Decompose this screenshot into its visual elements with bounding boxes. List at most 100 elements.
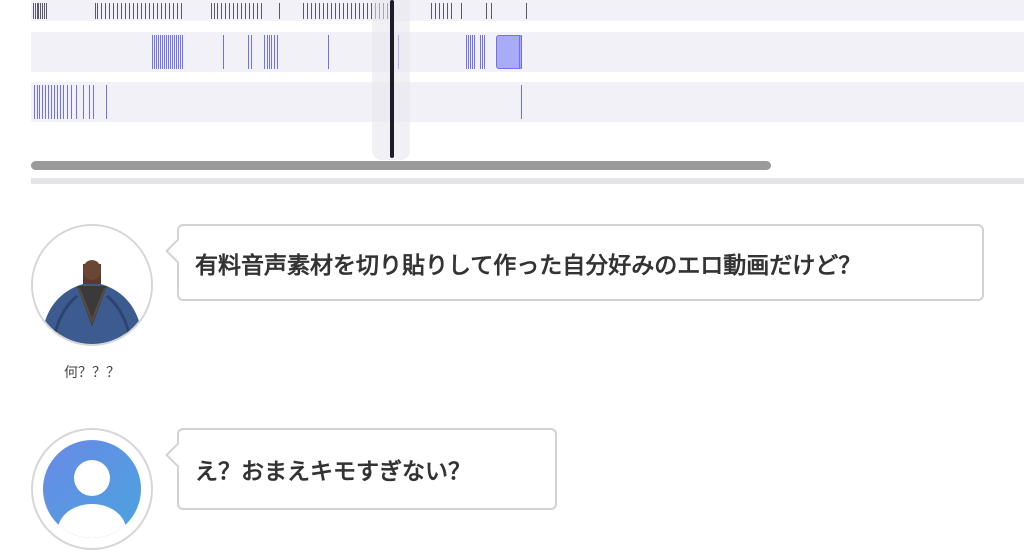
timeline-tick (45, 85, 46, 119)
timeline-tick (331, 3, 332, 19)
timeline-tick (351, 3, 352, 19)
timeline-panel (0, 0, 1024, 190)
message-text: 有料音声素材を切り貼りして作った自分好みのエロ動画だけど？ (195, 252, 862, 279)
message-text: え？おまえキモすぎない？ (195, 459, 471, 485)
timeline-tick (264, 35, 265, 69)
timeline-tick (339, 3, 340, 19)
timeline-tick (141, 3, 142, 19)
timeline-tick (63, 85, 64, 119)
timeline-tick (343, 3, 344, 19)
timeline-tick (431, 3, 432, 19)
speech-bubble-tail (165, 238, 191, 264)
timeline-tick (154, 35, 155, 69)
timeline-track-3[interactable] (31, 82, 1024, 122)
timeline-tick (174, 35, 175, 69)
timeline-tick (277, 35, 278, 69)
timeline-tick (169, 3, 170, 19)
timeline-track-1[interactable] (31, 0, 1024, 21)
avatar-name: 何？？？ (64, 365, 120, 381)
timeline-tick (480, 35, 481, 69)
timeline-tick (38, 3, 39, 19)
timeline-tick (109, 3, 110, 19)
timeline-tick (328, 35, 329, 69)
timeline-horizontal-scrollbar[interactable] (31, 161, 1024, 171)
timeline-tick (113, 3, 114, 19)
timeline-tick (443, 3, 444, 19)
timeline-tick (319, 3, 320, 19)
timeline-tick (157, 3, 158, 19)
timeline-tick (468, 35, 469, 69)
timeline-tick (158, 35, 159, 69)
timeline-tick (117, 3, 118, 19)
timeline-tick (51, 85, 52, 119)
timeline-tick (39, 85, 40, 119)
timeline-tick (178, 35, 179, 69)
timeline-tick (484, 35, 485, 69)
timeline-tick (137, 3, 138, 19)
timeline-tick (33, 3, 34, 19)
timeline-tick (482, 35, 483, 69)
timeline-tick (521, 85, 522, 119)
timeline-tick (67, 85, 68, 119)
timeline-tick (95, 3, 96, 19)
timeline-tick (267, 35, 268, 69)
timeline-tick (121, 3, 122, 19)
timeline-tick (34, 85, 35, 119)
timeline-tick (303, 3, 304, 19)
timeline-tick (323, 3, 324, 19)
timeline-tick (451, 3, 452, 19)
timeline-tick (181, 3, 182, 19)
timeline-tick (241, 3, 242, 19)
timeline-tick (166, 35, 167, 69)
person-photo-icon (33, 226, 151, 344)
timeline-tick (363, 3, 364, 19)
timeline-tick (164, 35, 165, 69)
timeline-tick (129, 3, 130, 19)
timeline-tick (177, 3, 178, 19)
timeline-tick (279, 3, 280, 19)
timeline-tick (461, 3, 462, 19)
avatar (31, 224, 153, 346)
scrollbar-thumb[interactable] (31, 161, 771, 170)
timeline-tick (83, 85, 84, 119)
timeline-tick (172, 35, 173, 69)
timeline-tick (46, 3, 47, 19)
playhead-cursor[interactable] (390, 0, 394, 158)
timeline-tick (37, 85, 38, 119)
timeline-tick (44, 3, 45, 19)
timeline-tick (269, 35, 270, 69)
timeline-tick (101, 3, 102, 19)
timeline-tick (435, 3, 436, 19)
timeline-tick (248, 35, 249, 69)
timeline-tick (474, 35, 475, 69)
timeline-tick (57, 85, 58, 119)
timeline-tick (152, 35, 153, 69)
timeline-tick (526, 3, 527, 19)
timeline-tick (168, 35, 169, 69)
timeline-tick (307, 3, 308, 19)
speech-bubble-tail (165, 442, 191, 468)
timeline-tick (253, 3, 254, 19)
timeline-tick (149, 3, 150, 19)
timeline-tick (470, 35, 471, 69)
timeline-track-2[interactable] (31, 32, 1024, 72)
chat-message: 何？？？ 有料音声素材を切り貼りして作った自分好みのエロ動画だけど？ (0, 224, 1024, 394)
speech-bubble: 有料音声素材を切り貼りして作った自分好みのエロ動画だけど？ (165, 224, 984, 301)
timeline-tick (153, 3, 154, 19)
timeline-tick (447, 3, 448, 19)
timeline-tick (93, 85, 94, 119)
timeline-tick (519, 35, 520, 69)
timeline-tick (162, 35, 163, 69)
timeline-tick (54, 85, 55, 119)
timeline-tick (156, 35, 157, 69)
timeline-tick (105, 3, 106, 19)
timeline-tick (271, 35, 272, 69)
timeline-tick (133, 3, 134, 19)
timeline-tick (165, 3, 166, 19)
timeline-tick (182, 35, 183, 69)
timeline-tick (211, 3, 212, 19)
timeline-tick (225, 3, 226, 19)
timeline-bottom-border (31, 178, 1024, 184)
chat-message: え？おまえキモすぎない？ (0, 428, 1024, 558)
timeline-tick (221, 3, 222, 19)
